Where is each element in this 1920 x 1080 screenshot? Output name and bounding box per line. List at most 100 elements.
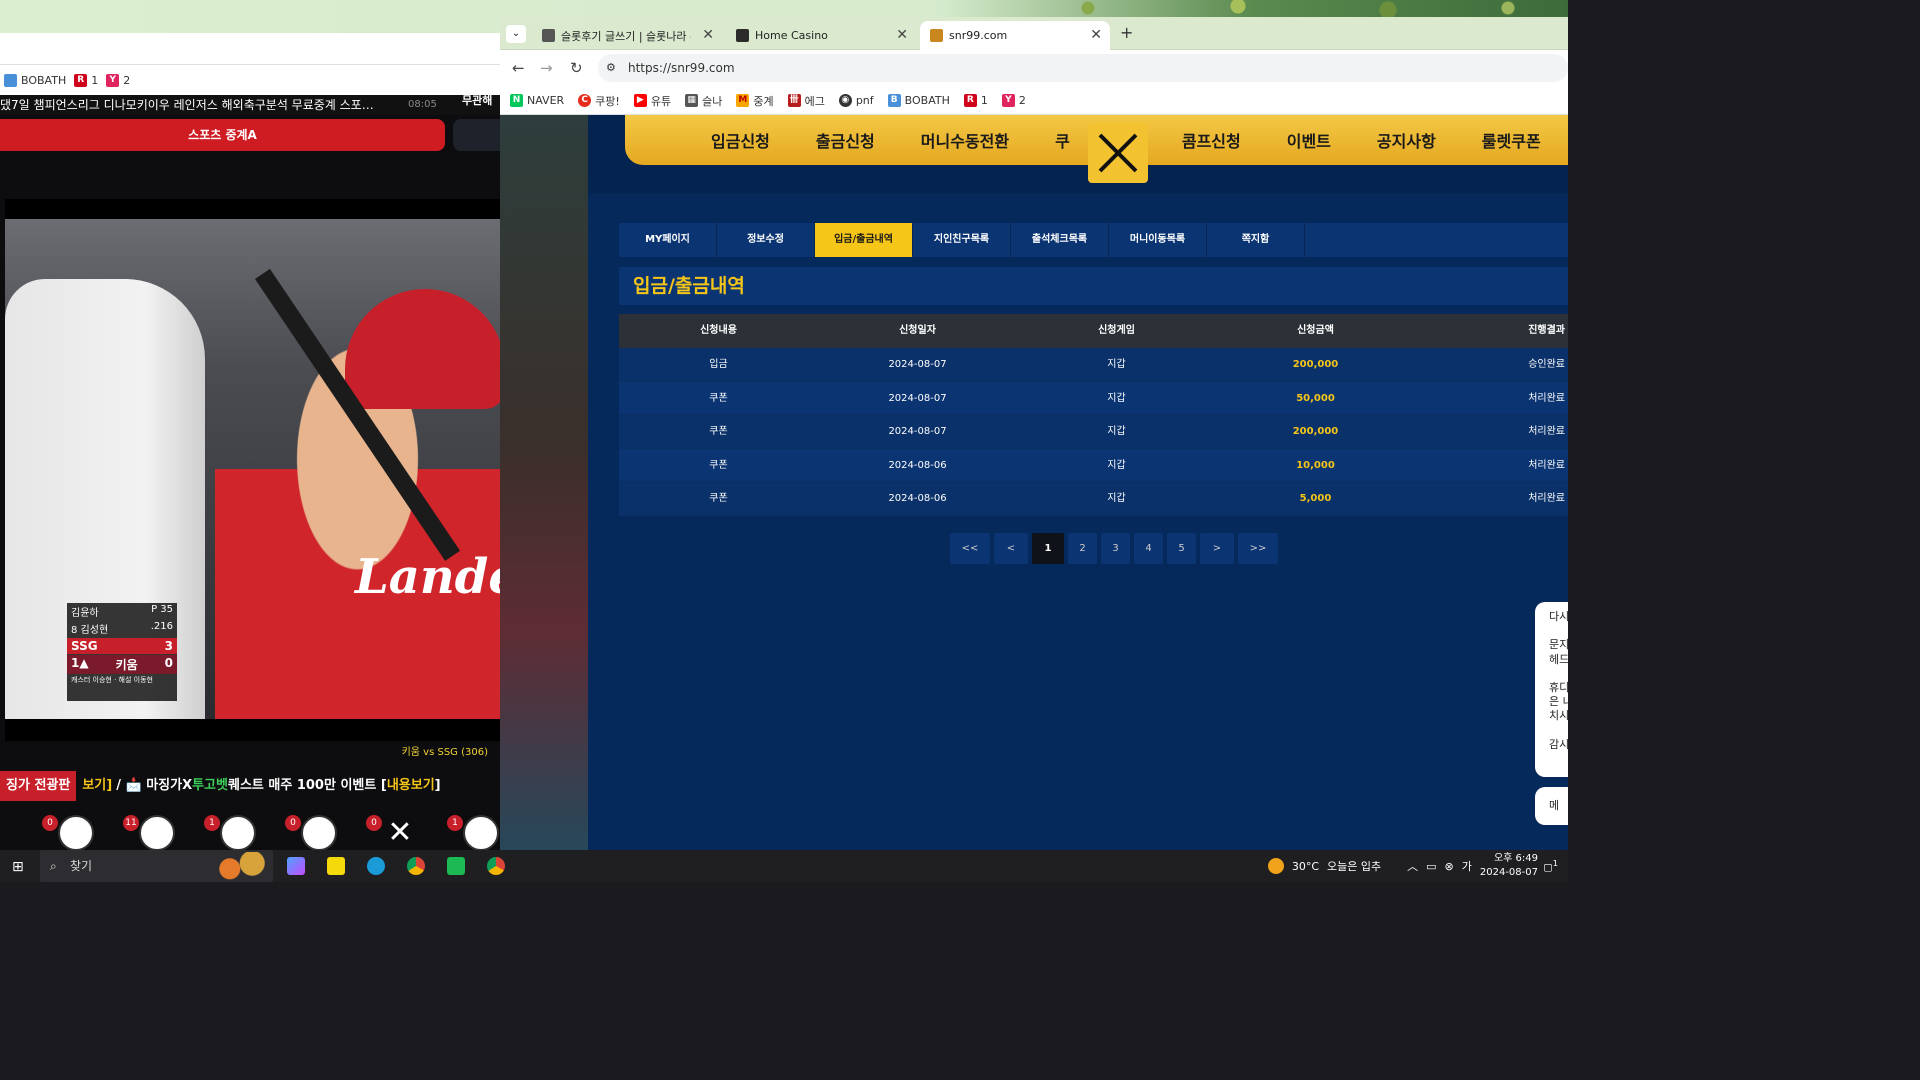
close-icon[interactable]: ✕	[1090, 27, 1102, 43]
cell-game: 지갑	[1107, 359, 1126, 370]
sport-hockey[interactable]: 1	[447, 803, 500, 850]
tab-friends[interactable]: 지인친구목록	[913, 223, 1011, 257]
weather-icon	[1267, 858, 1284, 874]
network-icon[interactable]: ▭	[1426, 860, 1436, 873]
reload-icon[interactable]: ↻	[570, 59, 583, 77]
sports-stream-b-button[interactable]	[453, 119, 500, 151]
naver-icon: N	[510, 94, 523, 107]
nav-roulette[interactable]: 룰렛쿠폰	[1482, 128, 1541, 152]
bookmark-pnf[interactable]: ◉ pnf	[838, 94, 874, 107]
cell-date: 2024-08-07	[888, 359, 947, 370]
sports-stream-a-button[interactable]: 스포츠 중계A	[0, 119, 445, 151]
page-title: 입금/출금내역	[619, 267, 1568, 305]
chat-popup[interactable]: 다시 문지 헤드 휴디 은 내 치시 감시	[1535, 602, 1568, 777]
chrome-icon[interactable]	[407, 857, 425, 875]
cell-game: 지갑	[1107, 392, 1126, 404]
edge-icon[interactable]	[367, 857, 385, 875]
sport-volleyball[interactable]: 0	[285, 803, 338, 850]
bookmark-bobath[interactable]: B BOBATH	[887, 94, 950, 107]
cell-date: 2024-08-06	[888, 459, 947, 471]
close-icon[interactable]: ✕	[702, 27, 714, 43]
chevron-up-icon[interactable]: ︿	[1407, 858, 1418, 874]
m-icon: M	[736, 94, 750, 107]
page-4[interactable]: 4	[1134, 533, 1163, 564]
vpn-icon[interactable]: ⊗	[1445, 860, 1454, 873]
tab-snr99[interactable]: snr99.com ✕	[920, 21, 1110, 50]
tab-messages[interactable]: 쪽지함	[1207, 223, 1305, 257]
nav-comp[interactable]: 콤프신청	[1182, 128, 1241, 152]
tab-strip: ⌄ 슬롯후기 글쓰기 | 슬롯나라 - 7 ✕ Home Casino ✕ sn…	[500, 17, 1568, 50]
event-ticker[interactable]: 징가 전광판 보기] / 📩 마징가X 투고벳 퀘스트 매주 100만 이벤트 …	[0, 771, 500, 801]
first-page-button[interactable]: <<	[950, 533, 990, 564]
sticky-notes-icon[interactable]	[327, 857, 345, 875]
site-info-icon[interactable]: ⚙	[606, 54, 616, 82]
mypage-tabs: MY페이지 정보수정 입금/출금내역 지인친구목록 출석체크목록 머니이동목록 …	[619, 223, 1568, 257]
chrome-icon[interactable]	[487, 857, 505, 875]
ticker-link[interactable]: 내용보기	[387, 771, 435, 801]
page-1[interactable]: 1	[1032, 533, 1064, 564]
tab-attendance[interactable]: 출석체크목록	[1011, 223, 1109, 257]
page-2[interactable]: 2	[1068, 533, 1097, 564]
bookmark-r[interactable]: R1	[963, 94, 988, 107]
back-arrow-icon[interactable]: ←	[512, 59, 525, 77]
new-tab-button[interactable]: +	[1120, 23, 1133, 42]
bookmark-slotnara[interactable]: ▦ 슬나	[685, 93, 722, 109]
nav-coupon[interactable]: 쿠	[1055, 128, 1070, 152]
url-input[interactable]: ⚙ https://snr99.com	[598, 54, 1568, 82]
windows-start-icon[interactable]: ⊞	[12, 859, 24, 875]
video-player[interactable]: Lander 김윤하P 35 8 김성현.216 SSG3 1▲키움0 캐스터 …	[5, 199, 500, 741]
forward-arrow-icon[interactable]: →	[540, 59, 553, 77]
tab-edit-info[interactable]: 정보수정	[717, 223, 815, 257]
tab-slot-review[interactable]: 슬롯후기 글쓰기 | 슬롯나라 - 7 ✕	[532, 21, 722, 50]
r-icon: R	[74, 73, 88, 87]
sport-baseball[interactable]: 11	[123, 803, 176, 850]
taskbar-search[interactable]: ⌕ 찾기	[40, 850, 273, 882]
copilot-icon[interactable]	[287, 857, 305, 875]
app-icon[interactable]	[447, 857, 465, 875]
tab-mypage[interactable]: MY페이지	[619, 223, 717, 257]
cell-status: 승인완료	[1528, 359, 1565, 370]
bookmark-coupang[interactable]: C 쿠팡!	[578, 93, 620, 109]
score-overlay: 김윤하 P 35 8 김성현 .216 SSG 3 1▲ 키움 0 캐스터 이승현 · 해…	[67, 603, 177, 701]
bookmark-r[interactable]: R1	[74, 73, 98, 87]
news-headline[interactable]: 댔7일 챔피언스리그 디나모키이우 레인저스 해외축구분석 무료중계 스포… 0…	[0, 95, 500, 115]
search-highlight-icon	[213, 852, 269, 880]
sport-soccer[interactable]: 0	[42, 803, 95, 850]
nav-deposit[interactable]: 입금신청	[711, 128, 770, 152]
notification-icon[interactable]: ▢1	[1543, 858, 1558, 873]
bookmark-egg[interactable]: 卌 에그	[787, 93, 825, 109]
sport-esports[interactable]: ✕ 0	[366, 803, 419, 850]
tab-search-chevron-icon[interactable]: ⌄	[506, 25, 526, 43]
bookmark-naver[interactable]: N NAVER	[510, 94, 564, 107]
nav-withdraw[interactable]: 출금신청	[816, 128, 875, 152]
chat-button[interactable]: 메	[1535, 787, 1568, 825]
table-row: 쿠폰 2024-08-07 지갑 200,000 처리완료	[619, 415, 1568, 449]
nav-notice[interactable]: 공지사항	[1377, 128, 1436, 152]
sport-basketball[interactable]: 1	[204, 803, 257, 850]
bookmark-stream[interactable]: M 중계	[736, 93, 774, 109]
video-caption: 키움 vs SSG (306)	[401, 747, 488, 758]
tab-money-transfer[interactable]: 머니이동목록	[1109, 223, 1207, 257]
bookmark-youtube[interactable]: ▶ 유튜	[633, 93, 671, 109]
close-overlay-button[interactable]	[1088, 123, 1148, 183]
bookmark-y[interactable]: Y2	[1001, 94, 1026, 107]
bookmark-bobath[interactable]: BOBATH	[4, 73, 66, 87]
prev-page-button[interactable]: <	[994, 533, 1028, 564]
tab-home-casino[interactable]: Home Casino ✕	[726, 21, 916, 50]
cell-amount: 200,000	[1292, 426, 1339, 437]
next-page-button[interactable]: >	[1200, 533, 1234, 564]
tab-transactions[interactable]: 입금/출금내역	[815, 223, 913, 257]
nav-event[interactable]: 이벤트	[1287, 128, 1331, 152]
last-page-button[interactable]: >>	[1238, 533, 1278, 564]
page-5[interactable]: 5	[1167, 533, 1196, 564]
transaction-table: 신청내용 신청일자 신청게임 신청금액 진행결과 입금 2024-08-07 지갑 2…	[619, 314, 1568, 516]
cell-type: 쿠폰	[709, 392, 728, 404]
left-window-titlebar	[0, 33, 500, 65]
close-icon[interactable]: ✕	[896, 27, 908, 43]
clock[interactable]: 오후 6:49 2024-08-07	[1480, 852, 1538, 880]
ime-icon[interactable]: 가	[1462, 858, 1472, 874]
nav-money-convert[interactable]: 머니수동전환	[921, 128, 1009, 152]
table-row: 쿠폰 2024-08-06 지갑 5,000 처리완료	[619, 482, 1568, 516]
bookmark-y[interactable]: Y2	[106, 73, 130, 87]
page-3[interactable]: 3	[1101, 533, 1130, 564]
